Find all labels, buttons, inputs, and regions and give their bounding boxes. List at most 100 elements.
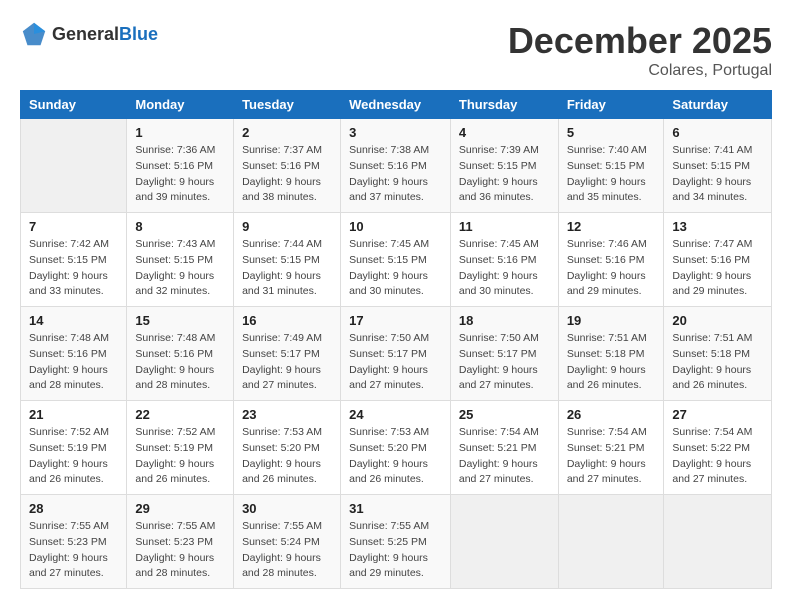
day-cell: 23 Sunrise: 7:53 AM Sunset: 5:20 PM Dayli… <box>234 401 341 495</box>
day-cell: 15Sunrise: 7:48 AM Sunset: 5:16 PM Dayli… <box>127 307 234 401</box>
column-header-friday: Friday <box>558 91 664 119</box>
day-info: Sunrise: 7:47 AM Sunset: 5:16 PM Dayligh… <box>672 237 763 300</box>
day-number: 1 <box>135 125 225 140</box>
day-cell: 30 Sunrise: 7:55 AM Sunset: 5:24 PM Dayli… <box>234 495 341 589</box>
day-number: 18 <box>459 313 550 328</box>
day-cell: 19 Sunrise: 7:51 AM Sunset: 5:18 PM Dayli… <box>558 307 664 401</box>
day-number: 17 <box>349 313 442 328</box>
week-row-2: 7 Sunrise: 7:42 AM Sunset: 5:15 PM Daylig… <box>21 213 772 307</box>
day-info: Sunrise: 7:54 AM Sunset: 5:22 PM Dayligh… <box>672 425 763 488</box>
day-cell: 3 Sunrise: 7:38 AM Sunset: 5:16 PM Daylig… <box>341 119 451 213</box>
day-number: 30 <box>242 501 332 516</box>
day-cell: 20 Sunrise: 7:51 AM Sunset: 5:18 PM Dayli… <box>664 307 772 401</box>
day-cell: 16 Sunrise: 7:49 AM Sunset: 5:17 PM Dayli… <box>234 307 341 401</box>
day-number: 13 <box>672 219 763 234</box>
day-cell: 18 Sunrise: 7:50 AM Sunset: 5:17 PM Dayli… <box>450 307 558 401</box>
day-number: 11 <box>459 219 550 234</box>
logo-general: General <box>52 24 119 44</box>
day-info: Sunrise: 7:51 AM Sunset: 5:18 PM Dayligh… <box>567 331 656 394</box>
day-cell: 6Sunrise: 7:41 AM Sunset: 5:15 PM Daylig… <box>664 119 772 213</box>
day-cell <box>664 495 772 589</box>
day-number: 8 <box>135 219 225 234</box>
calendar-header: SundayMondayTuesdayWednesdayThursdayFrid… <box>21 91 772 119</box>
column-header-thursday: Thursday <box>450 91 558 119</box>
day-info: Sunrise: 7:50 AM Sunset: 5:17 PM Dayligh… <box>349 331 442 394</box>
day-number: 29 <box>135 501 225 516</box>
day-info: Sunrise: 7:38 AM Sunset: 5:16 PM Dayligh… <box>349 143 442 206</box>
month-title: December 2025 <box>508 20 772 62</box>
day-cell: 28Sunrise: 7:55 AM Sunset: 5:23 PM Dayli… <box>21 495 127 589</box>
column-header-wednesday: Wednesday <box>341 91 451 119</box>
day-info: Sunrise: 7:53 AM Sunset: 5:20 PM Dayligh… <box>349 425 442 488</box>
day-info: Sunrise: 7:54 AM Sunset: 5:21 PM Dayligh… <box>459 425 550 488</box>
day-info: Sunrise: 7:52 AM Sunset: 5:19 PM Dayligh… <box>135 425 225 488</box>
day-cell: 10 Sunrise: 7:45 AM Sunset: 5:15 PM Dayli… <box>341 213 451 307</box>
week-row-4: 21Sunrise: 7:52 AM Sunset: 5:19 PM Dayli… <box>21 401 772 495</box>
week-row-3: 14 Sunrise: 7:48 AM Sunset: 5:16 PM Dayli… <box>21 307 772 401</box>
day-cell <box>21 119 127 213</box>
day-cell: 17 Sunrise: 7:50 AM Sunset: 5:17 PM Dayli… <box>341 307 451 401</box>
day-cell: 21Sunrise: 7:52 AM Sunset: 5:19 PM Dayli… <box>21 401 127 495</box>
day-info: Sunrise: 7:53 AM Sunset: 5:20 PM Dayligh… <box>242 425 332 488</box>
day-info: Sunrise: 7:48 AM Sunset: 5:16 PM Dayligh… <box>29 331 118 394</box>
day-number: 16 <box>242 313 332 328</box>
day-number: 24 <box>349 407 442 422</box>
day-info: Sunrise: 7:55 AM Sunset: 5:23 PM Dayligh… <box>135 519 225 582</box>
day-info: Sunrise: 7:39 AM Sunset: 5:15 PM Dayligh… <box>459 143 550 206</box>
day-info: Sunrise: 7:45 AM Sunset: 5:16 PM Dayligh… <box>459 237 550 300</box>
logo-text: GeneralBlue <box>52 24 158 45</box>
day-info: Sunrise: 7:55 AM Sunset: 5:24 PM Dayligh… <box>242 519 332 582</box>
day-cell <box>558 495 664 589</box>
day-number: 15 <box>135 313 225 328</box>
logo-blue: Blue <box>119 24 158 44</box>
day-number: 2 <box>242 125 332 140</box>
day-info: Sunrise: 7:42 AM Sunset: 5:15 PM Dayligh… <box>29 237 118 300</box>
day-number: 4 <box>459 125 550 140</box>
day-number: 19 <box>567 313 656 328</box>
day-number: 9 <box>242 219 332 234</box>
day-cell: 14 Sunrise: 7:48 AM Sunset: 5:16 PM Dayli… <box>21 307 127 401</box>
day-cell: 27Sunrise: 7:54 AM Sunset: 5:22 PM Dayli… <box>664 401 772 495</box>
day-info: Sunrise: 7:54 AM Sunset: 5:21 PM Dayligh… <box>567 425 656 488</box>
day-info: Sunrise: 7:37 AM Sunset: 5:16 PM Dayligh… <box>242 143 332 206</box>
day-number: 26 <box>567 407 656 422</box>
day-cell: 22Sunrise: 7:52 AM Sunset: 5:19 PM Dayli… <box>127 401 234 495</box>
column-header-tuesday: Tuesday <box>234 91 341 119</box>
day-info: Sunrise: 7:36 AM Sunset: 5:16 PM Dayligh… <box>135 143 225 206</box>
calendar-table: SundayMondayTuesdayWednesdayThursdayFrid… <box>20 90 772 589</box>
day-info: Sunrise: 7:43 AM Sunset: 5:15 PM Dayligh… <box>135 237 225 300</box>
day-number: 12 <box>567 219 656 234</box>
day-number: 28 <box>29 501 118 516</box>
day-info: Sunrise: 7:55 AM Sunset: 5:25 PM Dayligh… <box>349 519 442 582</box>
day-cell: 24 Sunrise: 7:53 AM Sunset: 5:20 PM Dayli… <box>341 401 451 495</box>
day-info: Sunrise: 7:45 AM Sunset: 5:15 PM Dayligh… <box>349 237 442 300</box>
day-number: 3 <box>349 125 442 140</box>
day-cell: 26 Sunrise: 7:54 AM Sunset: 5:21 PM Dayli… <box>558 401 664 495</box>
day-info: Sunrise: 7:49 AM Sunset: 5:17 PM Dayligh… <box>242 331 332 394</box>
day-cell: 31Sunrise: 7:55 AM Sunset: 5:25 PM Dayli… <box>341 495 451 589</box>
day-cell: 29 Sunrise: 7:55 AM Sunset: 5:23 PM Dayli… <box>127 495 234 589</box>
day-number: 10 <box>349 219 442 234</box>
column-header-saturday: Saturday <box>664 91 772 119</box>
day-number: 20 <box>672 313 763 328</box>
week-row-1: 1 Sunrise: 7:36 AM Sunset: 5:16 PM Daylig… <box>21 119 772 213</box>
day-info: Sunrise: 7:40 AM Sunset: 5:15 PM Dayligh… <box>567 143 656 206</box>
day-info: Sunrise: 7:50 AM Sunset: 5:17 PM Dayligh… <box>459 331 550 394</box>
day-cell: 4 Sunrise: 7:39 AM Sunset: 5:15 PM Daylig… <box>450 119 558 213</box>
column-header-monday: Monday <box>127 91 234 119</box>
day-info: Sunrise: 7:46 AM Sunset: 5:16 PM Dayligh… <box>567 237 656 300</box>
day-cell: 11 Sunrise: 7:45 AM Sunset: 5:16 PM Dayli… <box>450 213 558 307</box>
day-number: 25 <box>459 407 550 422</box>
day-info: Sunrise: 7:52 AM Sunset: 5:19 PM Dayligh… <box>29 425 118 488</box>
calendar-body: 1 Sunrise: 7:36 AM Sunset: 5:16 PM Daylig… <box>21 119 772 589</box>
location: Colares, Portugal <box>508 62 772 80</box>
day-cell: 12 Sunrise: 7:46 AM Sunset: 5:16 PM Dayli… <box>558 213 664 307</box>
day-number: 23 <box>242 407 332 422</box>
day-number: 7 <box>29 219 118 234</box>
day-info: Sunrise: 7:44 AM Sunset: 5:15 PM Dayligh… <box>242 237 332 300</box>
title-block: December 2025 Colares, Portugal <box>508 20 772 80</box>
page-header: GeneralBlue December 2025 Colares, Portu… <box>20 20 772 80</box>
day-number: 14 <box>29 313 118 328</box>
day-info: Sunrise: 7:51 AM Sunset: 5:18 PM Dayligh… <box>672 331 763 394</box>
logo: GeneralBlue <box>20 20 158 48</box>
